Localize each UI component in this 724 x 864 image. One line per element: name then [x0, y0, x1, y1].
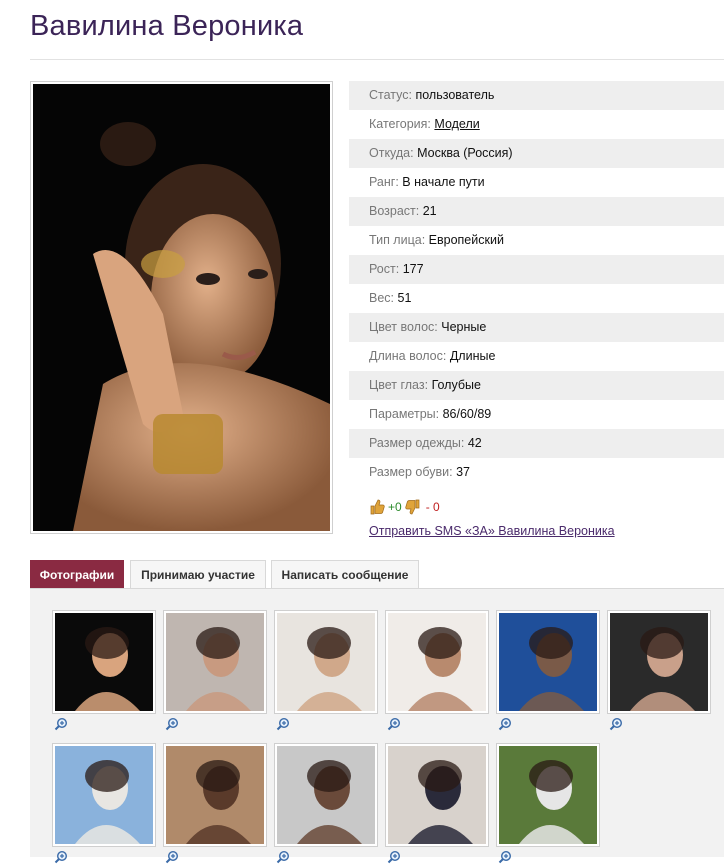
info-value: 37	[456, 465, 471, 479]
info-value: Москва (Россия)	[417, 146, 513, 160]
title-divider	[30, 59, 724, 60]
photo-gallery	[30, 589, 724, 864]
info-value: Европейский	[428, 233, 504, 247]
info-key: Категория:	[369, 117, 431, 131]
info-value: 21	[422, 204, 437, 218]
info-key: Откуда:	[369, 146, 414, 160]
zoom-icon[interactable]	[609, 717, 623, 731]
info-row: Вес: 51	[349, 284, 724, 313]
zoom-icon[interactable]	[165, 717, 179, 731]
info-key: Размер одежды:	[369, 436, 465, 450]
info-value: Голубые	[431, 378, 481, 392]
info-row: Откуда: Москва (Россия)	[349, 139, 724, 168]
thumbs-up-icon[interactable]	[369, 499, 385, 515]
info-value: 42	[467, 436, 482, 450]
info-value: Длиные	[449, 349, 496, 363]
gallery-thumbnail[interactable]	[163, 743, 267, 847]
rating-plus: +0	[388, 500, 402, 514]
info-row: Длина волос: Длиные	[349, 342, 724, 371]
tab-photos[interactable]: Фотографии	[30, 560, 124, 588]
info-row: Цвет волос: Черные	[349, 313, 724, 342]
info-value: 177	[402, 262, 424, 276]
info-key: Статус:	[369, 88, 412, 102]
zoom-icon[interactable]	[54, 850, 68, 864]
category-link[interactable]: Модели	[434, 117, 479, 131]
info-value: В начале пути	[402, 175, 485, 189]
info-key: Возраст:	[369, 204, 420, 218]
gallery-thumbnail[interactable]	[385, 743, 489, 847]
profile-photo[interactable]	[30, 81, 333, 534]
zoom-icon[interactable]	[276, 717, 290, 731]
info-value: 51	[397, 291, 412, 305]
tab-participating[interactable]: Принимаю участие	[130, 560, 266, 588]
tab-write-message[interactable]: Написать сообщение	[271, 560, 419, 588]
info-row: Параметры: 86/60/89	[349, 400, 724, 429]
zoom-icon[interactable]	[387, 850, 401, 864]
zoom-icon[interactable]	[387, 717, 401, 731]
page-title: Вавилина Вероника	[30, 10, 304, 42]
info-value: пользователь	[415, 88, 495, 102]
send-sms-link[interactable]: Отправить SMS «ЗА» Вавилина Вероника	[369, 524, 615, 538]
gallery-thumbnail[interactable]	[274, 610, 378, 714]
info-key: Тип лица:	[369, 233, 426, 247]
zoom-icon[interactable]	[276, 850, 290, 864]
gallery-thumbnail[interactable]	[496, 743, 600, 847]
info-row: Категория: Модели	[349, 110, 724, 139]
rating-block: +0 - 0	[369, 499, 440, 515]
info-key: Ранг:	[369, 175, 399, 189]
gallery-thumbnail[interactable]	[274, 743, 378, 847]
gallery-thumbnail[interactable]	[52, 610, 156, 714]
info-row: Цвет глаз: Голубые	[349, 371, 724, 400]
info-value: 86/60/89	[442, 407, 492, 421]
info-row: Рост: 177	[349, 255, 724, 284]
info-row: Возраст: 21	[349, 197, 724, 226]
info-value: Черные	[441, 320, 487, 334]
info-row: Размер одежды: 42	[349, 429, 724, 458]
gallery-thumbnail[interactable]	[385, 610, 489, 714]
info-row: Тип лица: Европейский	[349, 226, 724, 255]
info-key: Цвет глаз:	[369, 378, 429, 392]
info-row: Статус: пользователь	[349, 81, 724, 110]
zoom-icon[interactable]	[498, 717, 512, 731]
profile-tabs: Фотографии Принимаю участие Написать соо…	[30, 560, 724, 589]
thumbs-down-icon[interactable]	[405, 499, 421, 515]
info-row: Ранг: В начале пути	[349, 168, 724, 197]
info-key: Цвет волос:	[369, 320, 438, 334]
gallery-thumbnail[interactable]	[52, 743, 156, 847]
info-key: Размер обуви:	[369, 465, 453, 479]
zoom-icon[interactable]	[498, 850, 512, 864]
info-row: Размер обуви: 37	[349, 458, 724, 487]
info-key: Рост:	[369, 262, 400, 276]
gallery-thumbnail[interactable]	[163, 610, 267, 714]
zoom-icon[interactable]	[54, 717, 68, 731]
rating-minus: - 0	[425, 500, 440, 514]
info-key: Длина волос:	[369, 349, 447, 363]
info-key: Вес:	[369, 291, 395, 305]
gallery-thumbnail[interactable]	[496, 610, 600, 714]
profile-info: Статус: пользователь Категория: Модели Отк…	[349, 81, 724, 487]
info-key: Параметры:	[369, 407, 440, 421]
gallery-thumbnail[interactable]	[607, 610, 711, 714]
zoom-icon[interactable]	[165, 850, 179, 864]
